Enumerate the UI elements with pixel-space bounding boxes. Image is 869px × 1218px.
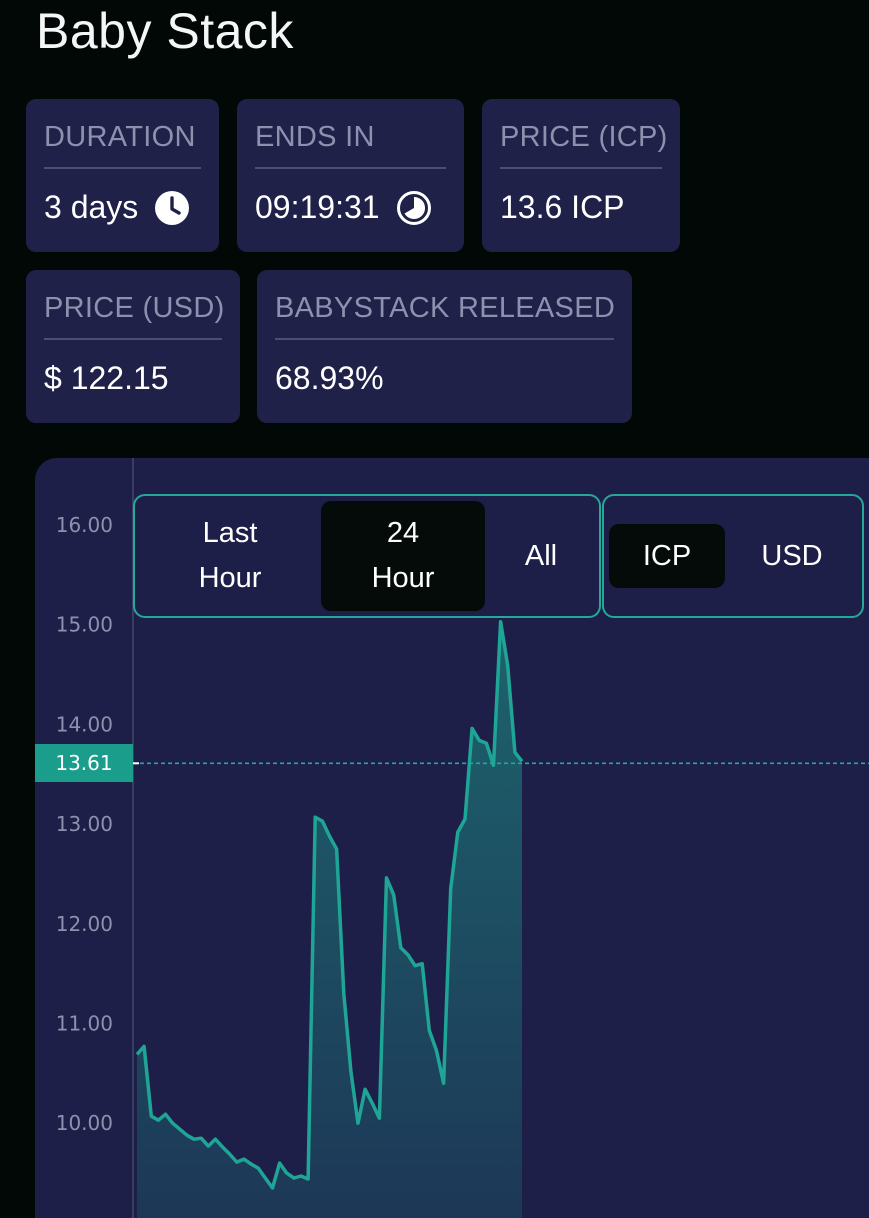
- price-chart[interactable]: 16.00 15.00 14.00 13.00 12.00 11.00 10.00 13.6…: [35, 458, 869, 1218]
- pie-timer-icon: [396, 190, 431, 225]
- y-tick-label: 10.00: [56, 1111, 113, 1135]
- current-price-label: 13.61: [35, 744, 133, 782]
- price-icp-label: PRICE (ICP): [500, 99, 667, 169]
- clock-icon: [155, 190, 190, 225]
- price-usd-value: $ 122.15: [44, 360, 169, 396]
- currency-selector: ICP USD: [602, 494, 864, 618]
- duration-label: DURATION: [44, 99, 201, 169]
- ends-in-card: ENDS IN 09:19:31: [237, 99, 464, 252]
- y-tick-label: 11.00: [56, 1012, 113, 1036]
- y-tick-label: 14.00: [56, 712, 113, 736]
- y-tick-label: 12.00: [56, 912, 113, 936]
- range-last-hour-button[interactable]: Last Hour: [145, 501, 315, 611]
- ends-in-value: 09:19:31: [255, 189, 380, 225]
- ends-in-label: ENDS IN: [255, 99, 446, 169]
- page-title: Baby Stack: [36, 3, 294, 59]
- price-usd-card: PRICE (USD) $ 122.15: [26, 270, 240, 423]
- price-icp-card: PRICE (ICP) 13.6 ICP: [482, 99, 680, 252]
- range-24-hour-button[interactable]: 24 Hour: [321, 501, 485, 611]
- duration-value: 3 days: [44, 189, 139, 225]
- released-value: 68.93%: [275, 360, 384, 396]
- price-icp-value: 13.6 ICP: [500, 189, 625, 225]
- range-all-button[interactable]: All: [491, 501, 591, 611]
- currency-icp-button[interactable]: ICP: [609, 524, 725, 588]
- y-tick-label: 16.00: [56, 513, 113, 537]
- price-usd-label: PRICE (USD): [44, 270, 224, 340]
- y-tick-label: 13.00: [56, 812, 113, 836]
- released-card: BABYSTACK RELEASED 68.93%: [257, 270, 632, 423]
- time-range-selector: Last Hour 24 Hour All: [133, 494, 601, 618]
- currency-usd-button[interactable]: USD: [732, 524, 852, 588]
- duration-card: DURATION 3 days: [26, 99, 219, 252]
- y-tick-label: 15.00: [56, 613, 113, 637]
- price-area: [137, 621, 522, 1218]
- released-label: BABYSTACK RELEASED: [275, 270, 615, 340]
